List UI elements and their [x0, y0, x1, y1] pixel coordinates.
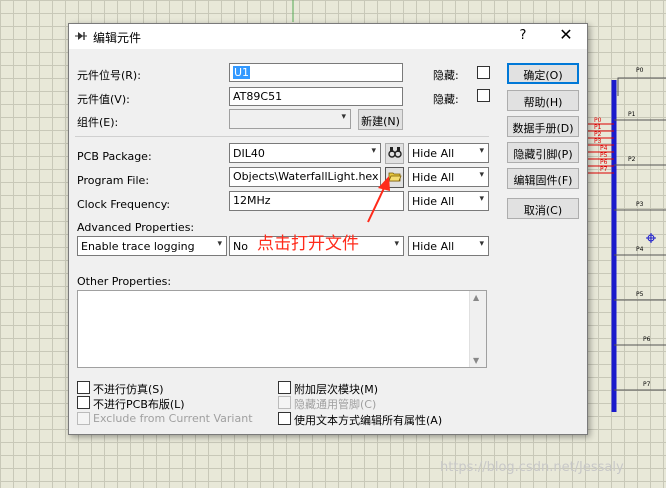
- program-label: Program File:: [77, 174, 150, 187]
- ref-label: 元件位号(R):: [77, 69, 141, 82]
- group-label: 组件(E):: [77, 116, 119, 129]
- red-pin-p2: P2: [594, 131, 602, 138]
- program-hide-select[interactable]: Hide All ▾: [408, 167, 489, 187]
- hide-common-pins-label: 隐藏通用管脚(C): [294, 398, 377, 411]
- red-pin-p3: P3: [594, 138, 602, 145]
- help-question-button[interactable]: ?: [515, 28, 531, 43]
- component-icon: [75, 32, 87, 40]
- program-file-input[interactable]: Objects\WaterfallLight.hex: [229, 167, 381, 187]
- red-pin-p4: P4: [600, 145, 608, 152]
- open-file-button[interactable]: [385, 167, 404, 188]
- chevron-down-icon: ▾: [479, 146, 484, 156]
- pcb-hide-select[interactable]: Hide All ▾: [408, 143, 489, 163]
- value-input[interactable]: AT89C51: [229, 87, 403, 106]
- close-button[interactable]: ✕: [556, 25, 576, 44]
- chevron-down-icon: ▾: [479, 239, 484, 249]
- pin-label-p2: P2: [628, 156, 636, 163]
- advanced-label: Advanced Properties:: [77, 221, 195, 234]
- pcb-label: PCB Package:: [77, 150, 152, 163]
- pcb-package-value: DIL40: [233, 147, 265, 160]
- no-pcb-checkbox[interactable]: [77, 396, 90, 409]
- advanced-hide-select[interactable]: Hide All ▾: [408, 236, 489, 256]
- no-pcb-label[interactable]: 不进行PCB布版(L): [93, 396, 185, 412]
- clock-label: Clock Frequency:: [77, 198, 171, 211]
- pcb-hide-value: Hide All: [412, 147, 455, 160]
- value-label: 元件值(V):: [77, 93, 130, 106]
- pin-label-p6: P6: [643, 336, 651, 343]
- edit-firmware-button[interactable]: 编辑固件(F): [507, 168, 579, 189]
- datasheet-button[interactable]: 数据手册(D): [507, 116, 579, 137]
- attach-hierarchy-label[interactable]: 附加层次模块(M): [294, 381, 378, 397]
- ok-button[interactable]: 确定(O): [507, 63, 579, 84]
- hide-common-pins-checkbox[interactable]: [278, 396, 291, 409]
- pcb-package-select[interactable]: DIL40 ▾: [229, 143, 381, 163]
- hidden-pins-button[interactable]: 隐藏引脚(P): [507, 142, 579, 163]
- binoculars-icon: [387, 147, 402, 158]
- edit-as-text-checkbox[interactable]: [278, 412, 291, 425]
- annotation-text: 点击打开文件: [257, 234, 359, 254]
- value-text: AT89C51: [233, 90, 283, 103]
- help-button[interactable]: 帮助(H): [507, 90, 579, 111]
- red-pin-p6: P6: [600, 159, 608, 166]
- dialog-title: 编辑元件: [93, 31, 142, 45]
- value-hidden-label: 隐藏:: [433, 93, 459, 106]
- separator: [75, 136, 489, 137]
- red-pin-p0: P0: [594, 117, 602, 124]
- chevron-down-icon: ▾: [479, 170, 484, 180]
- attach-hierarchy-checkbox[interactable]: [278, 381, 291, 394]
- ref-hidden-label: 隐藏:: [433, 69, 459, 82]
- value-hidden-checkbox[interactable]: [477, 89, 490, 102]
- edit-as-text-label[interactable]: 使用文本方式编辑所有属性(A): [294, 412, 442, 428]
- clock-hide-select[interactable]: Hide All ▾: [408, 191, 489, 211]
- vertical-scrollbar[interactable]: ▲ ▼: [469, 291, 486, 367]
- advanced-value-text: No: [233, 240, 248, 253]
- pin-label-p1: P1: [628, 111, 636, 118]
- chevron-down-icon: ▾: [394, 239, 399, 249]
- program-hide-value: Hide All: [412, 171, 455, 184]
- advanced-property-select[interactable]: Enable trace logging ▾: [77, 236, 227, 256]
- no-simulate-checkbox[interactable]: [77, 381, 90, 394]
- clock-hide-value: Hide All: [412, 195, 455, 208]
- new-button[interactable]: 新建(N): [358, 109, 403, 130]
- pin-label-p0: P0: [636, 67, 644, 74]
- group-select[interactable]: ▾: [229, 109, 351, 129]
- exclude-variant-label: Exclude from Current Variant: [93, 412, 253, 425]
- package-browser-button[interactable]: [385, 143, 404, 164]
- no-simulate-label[interactable]: 不进行仿真(S): [93, 381, 164, 397]
- chevron-down-icon: ▾: [217, 239, 222, 249]
- watermark: https://blog.csdn.net/Jessaly: [440, 460, 624, 475]
- red-pin-p5: P5: [600, 152, 608, 159]
- ref-hidden-checkbox[interactable]: [477, 66, 490, 79]
- pin-label-p7: P7: [643, 381, 651, 388]
- chevron-down-icon: ▾: [479, 194, 484, 204]
- program-file-value: Objects\WaterfallLight.hex: [233, 170, 379, 183]
- red-pin-p1: P1: [594, 124, 602, 131]
- ref-value: U1: [233, 66, 251, 79]
- other-properties-textarea[interactable]: ▲ ▼: [77, 290, 487, 368]
- folder-icon: [387, 172, 402, 182]
- scroll-down-icon[interactable]: ▼: [473, 356, 479, 365]
- pin-label-p4: P4: [636, 246, 644, 253]
- clock-frequency-value: 12MHz: [233, 194, 271, 207]
- clock-frequency-input[interactable]: 12MHz: [229, 191, 404, 211]
- advanced-hide-value: Hide All: [412, 240, 455, 253]
- chevron-down-icon: ▾: [341, 112, 346, 122]
- pin-label-p3: P3: [636, 201, 644, 208]
- ref-input[interactable]: U1: [229, 63, 403, 82]
- advanced-property-value: Enable trace logging: [81, 240, 195, 253]
- scroll-up-icon[interactable]: ▲: [473, 293, 479, 302]
- cancel-button[interactable]: 取消(C): [507, 198, 579, 219]
- title-bar[interactable]: 编辑元件 ? ✕: [69, 24, 587, 49]
- chevron-down-icon: ▾: [371, 146, 376, 156]
- other-properties-label: Other Properties:: [77, 275, 172, 288]
- exclude-variant-checkbox[interactable]: [77, 412, 90, 425]
- pin-label-p5: P5: [636, 291, 644, 298]
- red-pin-p7: P7: [600, 166, 608, 173]
